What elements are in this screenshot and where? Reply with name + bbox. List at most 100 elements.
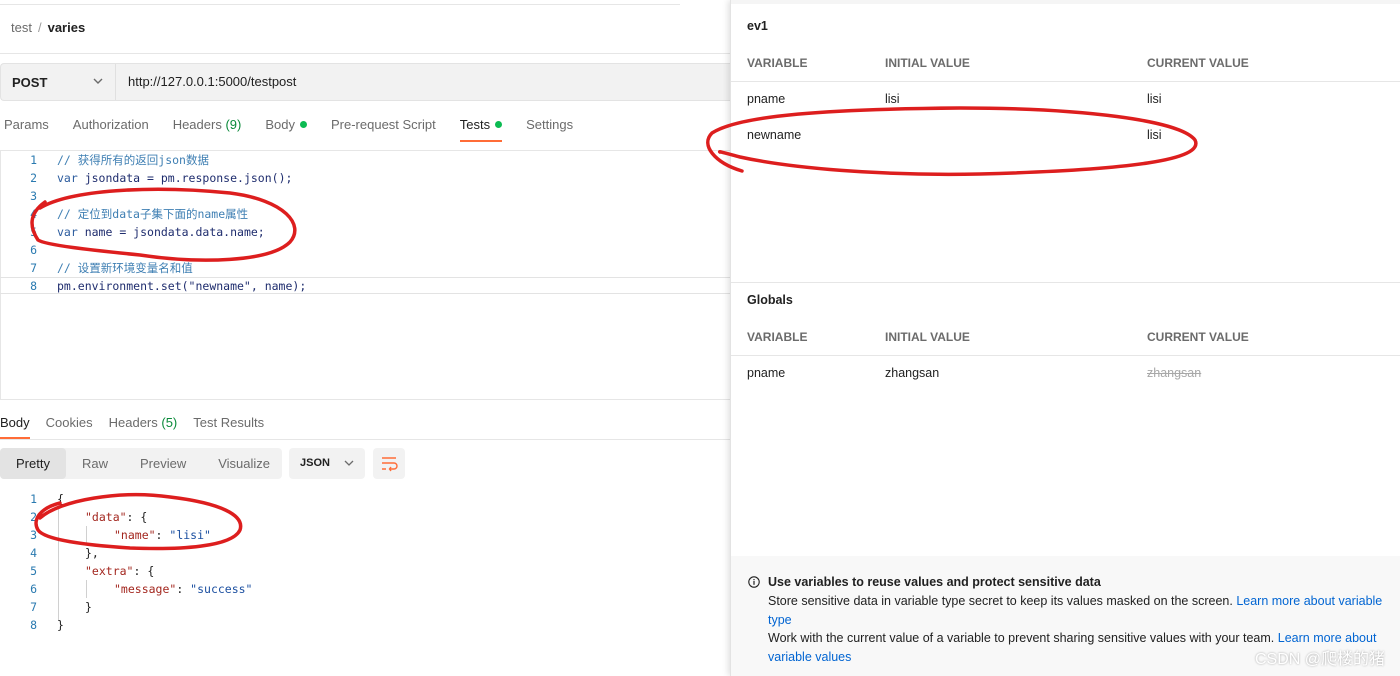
environment-quick-look-panel: ev1 VARIABLE INITIAL VALUE CURRENT VALUE… xyxy=(730,0,1400,676)
column-header-current-value: CURRENT VALUE xyxy=(1147,56,1249,70)
json-line: 7} xyxy=(0,598,730,616)
link-text: Learn more about xyxy=(1277,631,1377,645)
json-line: 6 "message": "success" xyxy=(0,580,730,598)
request-panel: test / varies POST http://127.0.0.1:5000/t… xyxy=(0,0,730,676)
json-text: : xyxy=(155,528,170,542)
tab-tests[interactable]: Tests xyxy=(459,117,503,143)
body-status-dot-icon xyxy=(299,121,307,128)
divider xyxy=(731,282,1400,283)
json-line: 2 "data": { xyxy=(0,508,730,526)
json-line: 5 "extra": { xyxy=(0,562,730,580)
breadcrumb-request-name[interactable]: varies xyxy=(48,20,86,35)
info-line-current-value: Work with the current value of a variabl… xyxy=(768,631,1275,645)
code-comment: // 获得所有的返回json数据 xyxy=(57,153,209,167)
json-text: } xyxy=(57,618,64,632)
code-text: pm.environment.set("newname", name); xyxy=(57,279,307,293)
view-mode-raw[interactable]: Raw xyxy=(66,448,124,479)
info-title: Use variables to reuse values and protec… xyxy=(768,575,1101,589)
line-number: 4 xyxy=(30,546,37,560)
view-mode-segmented-control: Pretty Raw Preview Visualize xyxy=(0,448,282,479)
tab-response-body[interactable]: Body xyxy=(0,415,30,441)
json-text: : { xyxy=(126,510,148,524)
top-divider xyxy=(0,0,680,5)
json-text: : { xyxy=(133,564,155,578)
line-number: 1 xyxy=(30,492,37,506)
line-number: 5 xyxy=(30,225,37,239)
global-var-name: pname xyxy=(747,366,786,380)
info-text-secret: Store sensitive data in variable type se… xyxy=(768,592,1398,630)
globals-title: Globals xyxy=(747,293,793,307)
code-line: 6 xyxy=(0,241,730,259)
tab-response-headers[interactable]: Headers (5) xyxy=(109,415,178,441)
json-text: : xyxy=(176,582,191,596)
tab-body[interactable]: Body xyxy=(265,117,307,143)
code-keyword: var xyxy=(57,171,78,185)
json-key: "message" xyxy=(114,582,177,596)
env-var-name: newname xyxy=(747,128,802,142)
line-number: 8 xyxy=(30,618,37,632)
wrap-lines-icon xyxy=(382,457,398,472)
global-var-current: zhangsan xyxy=(1147,366,1202,380)
url-input[interactable]: http://127.0.0.1:5000/testpost xyxy=(128,74,296,89)
tab-cookies[interactable]: Cookies xyxy=(46,415,93,441)
link-text: variable values xyxy=(768,650,852,664)
tab-headers[interactable]: Headers (9) xyxy=(173,117,242,143)
tab-tests-label: Tests xyxy=(459,117,491,132)
code-comment: // 设置新环境变量名和值 xyxy=(57,261,193,275)
url-bar: POST http://127.0.0.1:5000/testpost xyxy=(0,63,730,101)
line-number: 4 xyxy=(30,207,37,221)
json-value: "lisi" xyxy=(169,528,211,542)
tab-params[interactable]: Params xyxy=(4,117,49,143)
tab-authorization[interactable]: Authorization xyxy=(73,117,149,143)
link-text: Learn more about variable xyxy=(1236,594,1383,608)
env-var-initial: lisi xyxy=(885,92,900,106)
line-number: 7 xyxy=(30,261,37,275)
environment-name: ev1 xyxy=(747,19,768,33)
format-select[interactable]: JSON xyxy=(289,448,365,479)
tab-prerequest-script[interactable]: Pre-request Script xyxy=(331,117,436,143)
global-var-initial: zhangsan xyxy=(885,366,940,380)
breadcrumb-separator: / xyxy=(37,20,42,35)
view-mode-visualize[interactable]: Visualize xyxy=(202,448,286,479)
line-number: 3 xyxy=(30,189,37,203)
line-number: 2 xyxy=(30,510,37,524)
breadcrumb-collection[interactable]: test xyxy=(11,20,32,35)
column-header-variable: VARIABLE xyxy=(747,330,808,344)
divider xyxy=(731,81,1400,82)
tab-test-results[interactable]: Test Results xyxy=(193,415,264,441)
code-text: jsondata = pm.response.json(); xyxy=(77,171,293,185)
tab-response-headers-label: Headers xyxy=(108,415,158,430)
json-text: { xyxy=(57,492,64,506)
tab-settings[interactable]: Settings xyxy=(526,117,573,143)
method-select[interactable]: POST xyxy=(1,64,116,100)
divider xyxy=(0,439,730,440)
column-header-variable: VARIABLE xyxy=(747,56,808,70)
line-number: 3 xyxy=(30,528,37,542)
watermark: CSDN @爬楼的猪 xyxy=(1254,651,1385,668)
code-line: 2 var jsondata = pm.response.json(); xyxy=(0,169,730,187)
json-line: 3 "name": "lisi" xyxy=(0,526,730,544)
chevron-down-icon xyxy=(344,460,354,466)
line-number: 6 xyxy=(30,582,37,596)
code-line: 1 // 获得所有的返回json数据 xyxy=(0,151,730,169)
code-comment: // 定位到data子集下面的name属性 xyxy=(57,207,249,221)
column-header-current-value: CURRENT VALUE xyxy=(1147,330,1249,344)
json-key: "data" xyxy=(85,510,127,524)
column-header-initial-value: INITIAL VALUE xyxy=(885,330,970,344)
view-mode-pretty[interactable]: Pretty xyxy=(0,448,66,479)
panel-top-bar xyxy=(731,0,1400,4)
code-line: 5 var name = jsondata.data.name; xyxy=(0,223,730,241)
breadcrumb: test / varies xyxy=(11,20,85,35)
json-line: 4}, xyxy=(0,544,730,562)
code-line: 3 xyxy=(0,187,730,205)
json-key: "extra" xyxy=(85,564,134,578)
code-keyword: var xyxy=(57,225,78,239)
wrap-lines-button[interactable] xyxy=(373,448,405,479)
view-mode-preview[interactable]: Preview xyxy=(124,448,202,479)
env-var-name: pname xyxy=(747,92,786,106)
info-line-secret: Store sensitive data in variable type se… xyxy=(768,594,1233,608)
json-value: "success" xyxy=(190,582,253,596)
format-label: JSON xyxy=(300,457,330,469)
info-icon xyxy=(748,576,760,588)
response-tabs: Body Cookies Headers (5) Test Results xyxy=(0,415,280,441)
